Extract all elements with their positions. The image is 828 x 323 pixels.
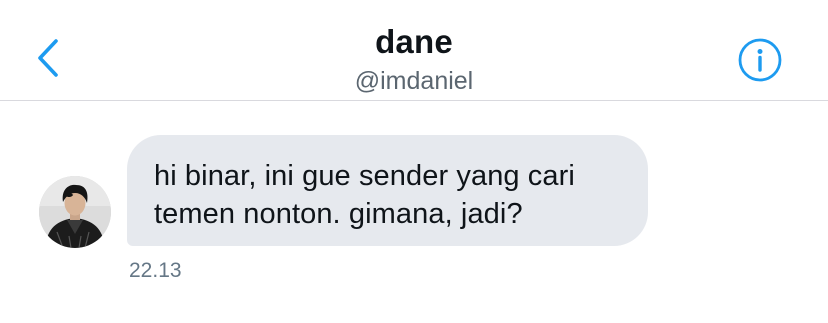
avatar[interactable] [39, 176, 111, 248]
message-bubble[interactable]: hi binar, ini gue sender yang cari temen… [127, 135, 648, 246]
display-name: dane [375, 23, 453, 60]
info-circle-icon [738, 38, 782, 82]
user-handle: @imdaniel [354, 67, 474, 95]
user-avatar-image [39, 176, 111, 248]
conversation-header: dane @imdaniel [0, 0, 828, 101]
conversation-info-button[interactable] [736, 36, 784, 84]
chevron-left-icon [38, 39, 58, 77]
conversation-title-block[interactable]: dane @imdaniel [214, 20, 614, 97]
message-timestamp: 22.13 [129, 259, 182, 282]
back-button[interactable] [28, 34, 68, 82]
message-text: hi binar, ini gue sender yang cari temen… [154, 160, 575, 230]
dm-conversation-screen: dane @imdaniel hi binar, ini gue sender … [0, 0, 828, 323]
